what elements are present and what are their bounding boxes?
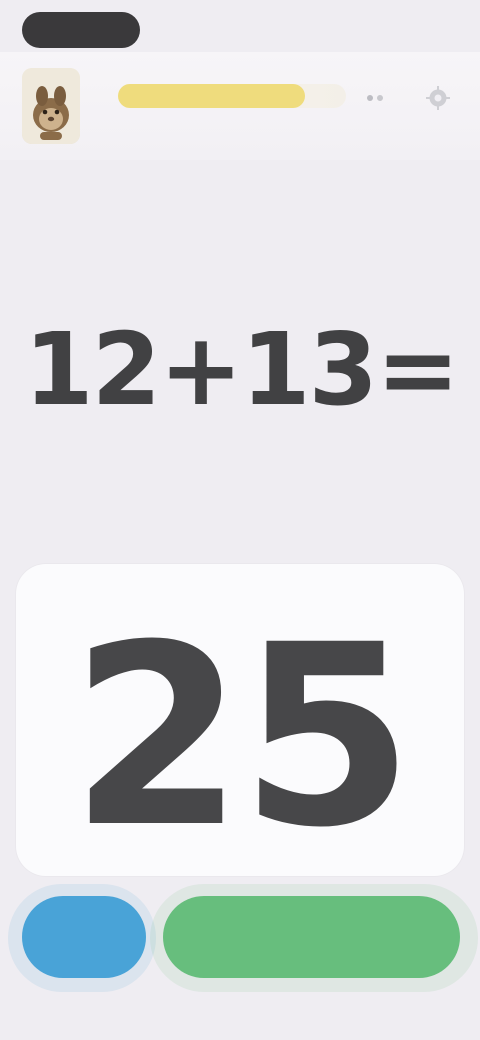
hamster-avatar-icon <box>22 68 80 144</box>
avatar <box>22 68 80 144</box>
left-action-button[interactable] <box>22 896 146 978</box>
right-action-button[interactable] <box>163 896 460 978</box>
settings-icon[interactable] <box>424 84 452 112</box>
answer-card[interactable]: 25 <box>16 564 464 876</box>
small-dots-icon[interactable] <box>361 84 389 112</box>
progress-track <box>118 84 346 108</box>
answer-value: 25 <box>70 591 414 882</box>
progress-fill <box>118 84 305 108</box>
math-problem: 12+13= <box>24 311 460 428</box>
status-pill <box>22 12 140 48</box>
